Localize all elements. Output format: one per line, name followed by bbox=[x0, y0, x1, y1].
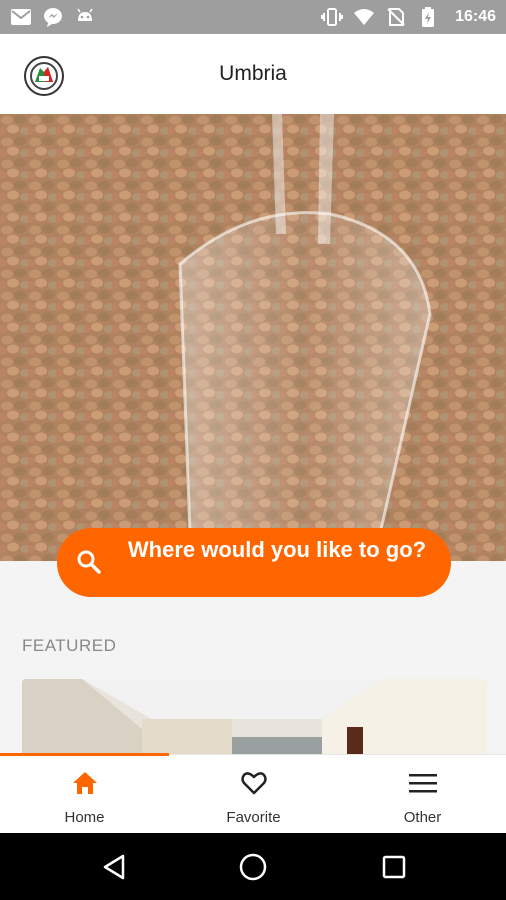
nav-item-label: Other bbox=[403, 809, 442, 826]
status-time: 16:46 bbox=[455, 8, 496, 25]
featured-card[interactable] bbox=[22, 679, 487, 757]
nav-item-favorite[interactable]: Favorite bbox=[169, 755, 338, 834]
vibrate-icon bbox=[321, 6, 344, 28]
recents-icon[interactable] bbox=[376, 849, 412, 885]
home-circle-icon[interactable] bbox=[235, 849, 271, 885]
wifi-icon bbox=[353, 6, 375, 28]
section-title: FEATURED bbox=[22, 636, 117, 655]
messenger-icon bbox=[42, 6, 64, 28]
search-icon bbox=[77, 550, 101, 574]
system-navigation-bar bbox=[0, 833, 506, 900]
hero-image bbox=[0, 114, 506, 561]
heart-icon bbox=[240, 772, 267, 795]
back-icon[interactable] bbox=[96, 849, 132, 885]
nav-item-other[interactable]: Other bbox=[338, 755, 506, 834]
nav-item-label: Favorite bbox=[226, 809, 281, 826]
no-sim-icon bbox=[385, 6, 407, 28]
nav-item-home[interactable]: Home bbox=[0, 755, 169, 834]
app-bar: Umbria bbox=[0, 34, 506, 115]
search-prompt: Where would you like to go? bbox=[127, 537, 427, 562]
bottom-navigation: Home Favorite Other bbox=[0, 753, 506, 834]
gmail-icon bbox=[10, 6, 32, 28]
menu-icon bbox=[408, 774, 437, 793]
search-button[interactable]: Where would you like to go? bbox=[57, 528, 451, 597]
android-icon bbox=[74, 6, 96, 28]
nav-item-label: Home bbox=[64, 809, 105, 826]
page-title: Umbria bbox=[219, 62, 287, 85]
home-icon bbox=[72, 772, 97, 794]
status-bar: 16:46 bbox=[0, 0, 506, 34]
battery-charging-icon bbox=[417, 6, 439, 28]
